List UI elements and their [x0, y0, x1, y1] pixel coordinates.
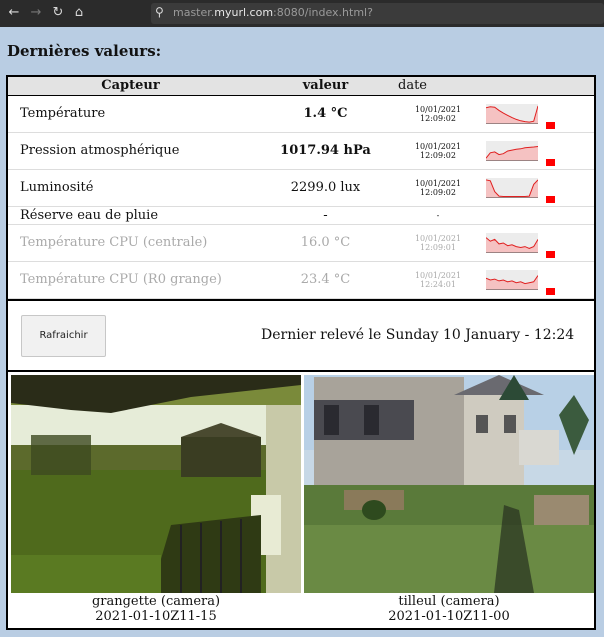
sensor-date-day: 10/01/2021	[414, 104, 462, 114]
home-icon[interactable]: ⌂	[70, 4, 88, 22]
sparkline-chart[interactable]	[486, 269, 538, 290]
status-indicator	[546, 121, 555, 129]
sparkline-chart[interactable]	[486, 177, 538, 198]
sensor-date-time: 12:09:02	[420, 113, 456, 123]
sparkline-chart[interactable]	[486, 103, 538, 124]
sensor-name: Pression atmosphérique	[8, 132, 253, 170]
sensor-date: -	[398, 206, 478, 225]
table-row: Réserve eau de pluie - -	[8, 206, 594, 225]
forward-arrow-icon[interactable]: →	[27, 4, 45, 22]
sensor-chart-cell	[478, 169, 594, 207]
divider	[8, 370, 594, 372]
sensor-chart-cell	[478, 95, 594, 133]
camera-caption-tilleul: tilleul (camera) 2021-01-10Z11-00	[304, 594, 594, 624]
sensor-name: Température CPU (R0 grange)	[8, 261, 253, 299]
status-indicator	[546, 287, 555, 295]
sensor-value: 1.4 °C	[253, 95, 398, 133]
sensor-date-day: 10/01/2021	[414, 141, 462, 151]
browser-toolbar: ← → ↻ ⌂ ⚲ master.myurl.com:8080/index.ht…	[0, 0, 604, 27]
sensor-name: Température	[8, 95, 253, 133]
sensor-name: Température CPU (centrale)	[8, 224, 253, 262]
address-bar[interactable]: ⚲ master.myurl.com:8080/index.html?	[151, 3, 604, 24]
sensor-value: -	[253, 206, 398, 225]
header-value: valeur	[253, 77, 398, 96]
sensor-date: 10/01/2021 12:09:02	[398, 132, 478, 170]
status-indicator	[546, 250, 555, 258]
header-chart	[478, 77, 594, 96]
sensor-date: 10/01/2021 12:09:02	[398, 95, 478, 133]
sensor-value: 23.4 °C	[253, 261, 398, 299]
sensor-date-day: 10/01/2021	[414, 233, 462, 243]
sensor-chart-cell	[478, 261, 594, 299]
sensor-name: Luminosité	[8, 169, 253, 207]
reload-icon[interactable]: ↻	[49, 4, 67, 22]
header-sensor: Capteur	[8, 77, 253, 96]
camera-name: grangette (camera)	[91, 594, 221, 609]
sensor-date-time: 12:09:01	[420, 242, 456, 252]
table-row: Luminosité 2299.0 lux 10/01/2021 12:09:02	[8, 169, 594, 207]
camera-caption-grangette: grangette (camera) 2021-01-10Z11-15	[11, 594, 301, 624]
table-row: Température 1.4 °C 10/01/2021 12:09:02	[8, 95, 594, 133]
sensor-date-time: 12:09:02	[420, 150, 456, 160]
url-text[interactable]: master.myurl.com:8080/index.html?	[173, 6, 373, 19]
sensor-date: 10/01/2021 12:09:01	[398, 224, 478, 262]
sparkline-chart[interactable]	[486, 232, 538, 253]
main-panel: Capteur valeur date Température 1.4 °C 10/…	[6, 75, 596, 630]
sensor-name: Réserve eau de pluie	[8, 206, 253, 225]
sensor-value: 2299.0 lux	[253, 169, 398, 207]
table-row: Pression atmosphérique 1017.94 hPa 10/01/2…	[8, 132, 594, 170]
sensor-date-time: 12:24:01	[420, 279, 456, 289]
table-row: Température CPU (R0 grange) 23.4 °C 10/01/…	[8, 261, 594, 299]
sensor-value: 16.0 °C	[253, 224, 398, 262]
camera-timestamp: 2021-01-10Z11-15	[95, 609, 217, 624]
divider	[8, 299, 594, 301]
back-arrow-icon[interactable]: ←	[5, 4, 23, 22]
sensor-chart-cell	[478, 224, 594, 262]
sensor-chart-cell	[478, 132, 594, 170]
sparkline-chart[interactable]	[486, 140, 538, 161]
sensor-date-day: -	[436, 210, 440, 220]
sensor-value: 1017.94 hPa	[253, 132, 398, 170]
table-row: Température CPU (centrale) 16.0 °C 10/01/2…	[8, 224, 594, 262]
sensor-date-time: 12:09:02	[420, 187, 456, 197]
sensor-chart-cell	[478, 206, 594, 225]
camera-image-grangette[interactable]	[11, 375, 301, 593]
camera-name: tilleul (camera)	[398, 594, 500, 609]
last-reading-text: Dernier relevé le Sunday 10 January - 12…	[261, 327, 575, 343]
sensor-date-day: 10/01/2021	[414, 178, 462, 188]
sensor-date-day: 10/01/2021	[414, 270, 462, 280]
status-indicator	[546, 158, 555, 166]
table-header-row: Capteur valeur date	[8, 77, 594, 96]
camera-timestamp: 2021-01-10Z11-00	[388, 609, 510, 624]
camera-image-tilleul[interactable]	[304, 375, 594, 593]
status-indicator	[546, 195, 555, 203]
sensor-date: 10/01/2021 12:09:02	[398, 169, 478, 207]
header-date: date	[398, 77, 478, 96]
page-title: Dernières valeurs:	[7, 42, 162, 60]
refresh-button[interactable]: Rafraichir	[21, 315, 106, 357]
sensor-table: Capteur valeur date Température 1.4 °C 10/…	[8, 77, 594, 299]
sensor-date: 10/01/2021 12:24:01	[398, 261, 478, 299]
search-icon: ⚲	[155, 5, 164, 19]
